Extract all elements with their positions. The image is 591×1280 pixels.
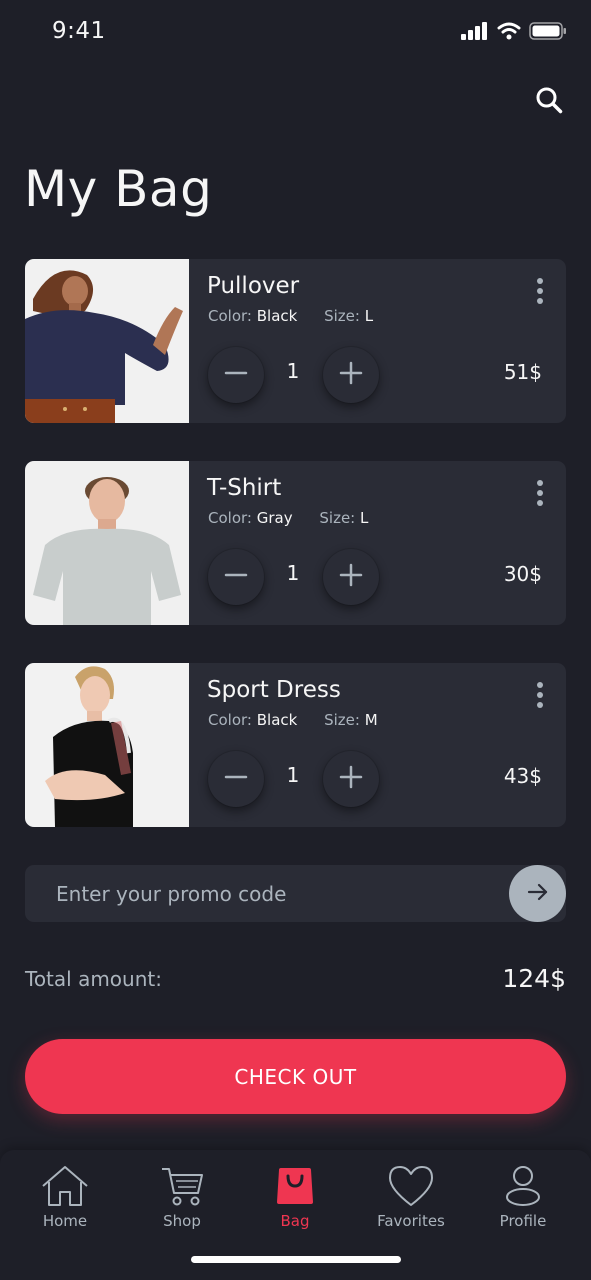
product-price: 43$ xyxy=(503,764,542,788)
tab-label: Bag xyxy=(280,1212,310,1230)
heart-icon xyxy=(388,1164,434,1208)
product-name: T-Shirt xyxy=(207,475,282,501)
product-attributes: Color: Black Size: L xyxy=(208,307,373,325)
status-bar: 9:41 xyxy=(0,0,591,70)
size-label: Size: xyxy=(324,307,360,325)
item-menu-button[interactable] xyxy=(528,275,552,307)
home-indicator xyxy=(191,1256,401,1263)
decrease-quantity-button[interactable] xyxy=(208,751,264,807)
promo-submit-button[interactable] xyxy=(509,865,566,922)
size-label: Size: xyxy=(324,711,360,729)
size-value: M xyxy=(364,711,378,729)
product-name: Pullover xyxy=(207,273,300,299)
more-vertical-icon xyxy=(537,278,543,304)
more-vertical-icon xyxy=(537,682,543,708)
product-image[interactable] xyxy=(25,461,189,625)
color-label: Color: xyxy=(208,509,252,527)
increase-quantity-button[interactable] xyxy=(323,347,379,403)
color-label: Color: xyxy=(208,307,252,325)
minus-icon xyxy=(224,765,248,793)
plus-icon xyxy=(339,361,363,389)
color-value: Gray xyxy=(256,509,293,527)
plus-icon xyxy=(339,765,363,793)
search-button[interactable] xyxy=(527,80,571,124)
tab-profile[interactable]: Profile xyxy=(467,1164,579,1230)
minus-icon xyxy=(224,563,248,591)
increase-quantity-button[interactable] xyxy=(323,549,379,605)
page-title: My Bag xyxy=(24,160,213,218)
cart-item-card[interactable]: Sport Dress Color: Black Size: M 1 43$ xyxy=(25,663,566,827)
tab-bag[interactable]: Bag xyxy=(239,1164,351,1230)
item-menu-button[interactable] xyxy=(528,477,552,509)
color-label: Color: xyxy=(208,711,252,729)
status-time: 9:41 xyxy=(52,18,106,44)
product-image[interactable] xyxy=(25,663,189,827)
quantity-value: 1 xyxy=(286,561,300,585)
minus-icon xyxy=(224,361,248,389)
total-amount-label: Total amount: xyxy=(25,967,162,991)
product-price: 30$ xyxy=(503,562,542,586)
product-name: Sport Dress xyxy=(207,677,341,703)
cart-icon xyxy=(160,1164,204,1208)
promo-code-input[interactable] xyxy=(25,865,495,922)
arrow-right-icon xyxy=(527,881,549,907)
tab-shop[interactable]: Shop xyxy=(126,1164,238,1230)
quantity-value: 1 xyxy=(286,763,300,787)
home-icon xyxy=(40,1164,90,1208)
signal-icon xyxy=(461,22,489,44)
cart-item-card[interactable]: Pullover Color: Black Size: L 1 51$ xyxy=(25,259,566,423)
size-label: Size: xyxy=(319,509,356,527)
tab-label: Shop xyxy=(163,1212,201,1230)
color-value: Black xyxy=(256,307,298,325)
item-menu-button[interactable] xyxy=(528,679,552,711)
plus-icon xyxy=(339,563,363,591)
product-attributes: Color: Black Size: M xyxy=(208,711,378,729)
quantity-value: 1 xyxy=(286,359,300,383)
size-value: L xyxy=(360,509,369,527)
bag-icon xyxy=(275,1164,315,1208)
cart-item-card[interactable]: T-Shirt Color: Gray Size: L 1 30$ xyxy=(25,461,566,625)
tab-home[interactable]: Home xyxy=(9,1164,121,1230)
tab-favorites[interactable]: Favorites xyxy=(355,1164,467,1230)
wifi-icon xyxy=(497,22,521,44)
tab-label: Profile xyxy=(499,1212,547,1230)
tab-label: Home xyxy=(42,1212,88,1230)
more-vertical-icon xyxy=(537,480,543,506)
product-attributes: Color: Gray Size: L xyxy=(208,509,368,527)
product-price: 51$ xyxy=(503,360,542,384)
profile-icon xyxy=(504,1164,542,1208)
battery-icon xyxy=(529,22,567,44)
tab-label: Favorites xyxy=(377,1212,445,1230)
decrease-quantity-button[interactable] xyxy=(208,549,264,605)
total-amount-value: 124$ xyxy=(502,964,566,993)
checkout-button[interactable]: CHECK OUT xyxy=(25,1039,566,1114)
search-icon xyxy=(535,86,563,118)
decrease-quantity-button[interactable] xyxy=(208,347,264,403)
status-icons xyxy=(461,22,567,44)
product-image[interactable] xyxy=(25,259,189,423)
color-value: Black xyxy=(256,711,298,729)
promo-code-field[interactable] xyxy=(25,865,566,922)
size-value: L xyxy=(364,307,374,325)
increase-quantity-button[interactable] xyxy=(323,751,379,807)
